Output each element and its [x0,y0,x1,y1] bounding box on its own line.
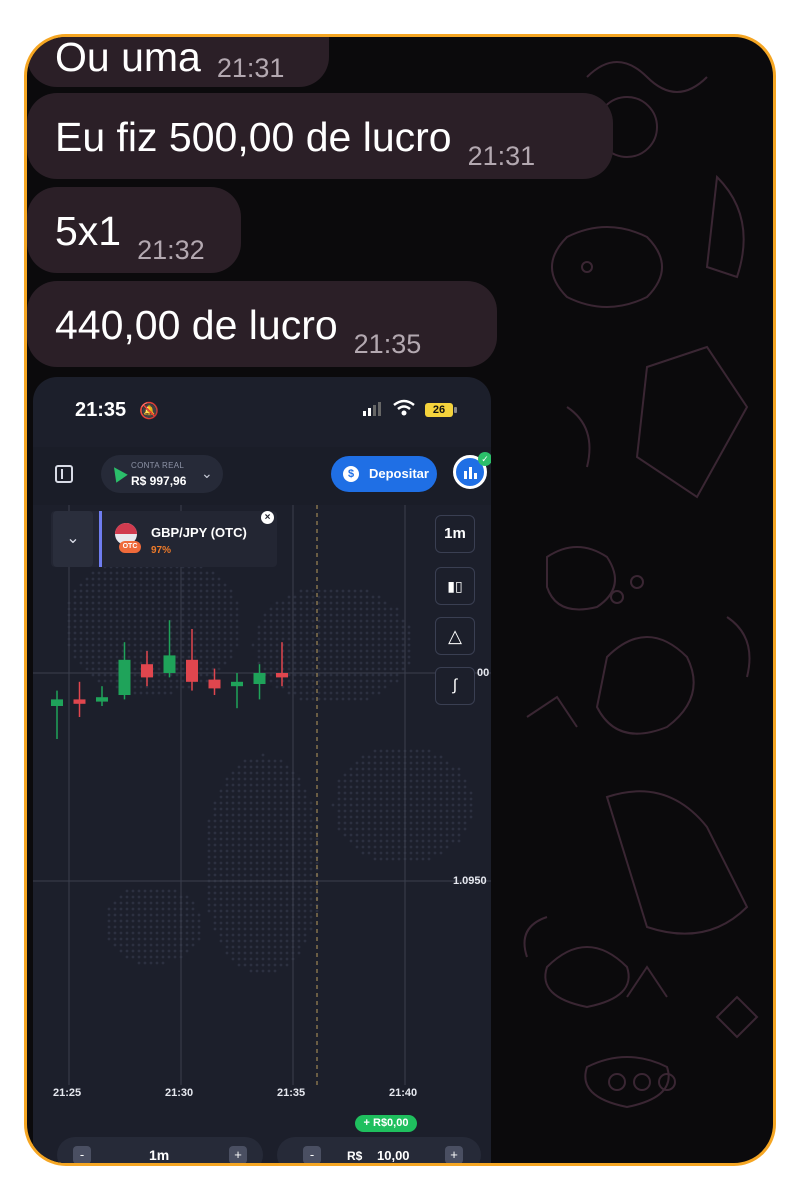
status-bar: 21:35 🔕 26 [33,377,491,439]
increase-duration-button[interactable]: + [229,1146,247,1163]
deposit-button[interactable]: $ Depositar [331,456,437,492]
candle-body [73,699,86,704]
chevron-down-icon[interactable]: ⌄ [53,511,93,567]
battery-indicator: 26 [425,403,453,417]
account-balance: R$ 997,96 [131,474,187,488]
bell-muted-icon: 🔕 [139,403,159,420]
increase-amount-button[interactable]: + [445,1146,463,1163]
indicators-icon[interactable]: ∫ [435,667,475,705]
candlestick-chart[interactable] [33,505,491,1125]
time-axis-label: 21:30 [165,1087,194,1099]
duration-stepper[interactable]: - 1m + [57,1137,263,1163]
decrease-amount-button[interactable]: - [303,1146,321,1163]
message-text: 440,00 de lucro [55,302,338,348]
asset-name: GBP/JPY (OTC) [151,525,247,540]
drawing-tools-icon[interactable]: △ [435,617,475,655]
otc-badge: OTC [119,541,141,553]
profile-avatar[interactable]: ✓ [453,452,491,489]
signal-icon [363,402,381,416]
candle-body [231,681,243,687]
asset-accent-stripe [99,511,102,567]
message-time: 21:31 [216,53,285,83]
candle-type-icon[interactable]: ▮▯ [435,567,475,605]
sidebar-toggle-icon[interactable] [55,465,73,483]
candle-body [51,699,63,706]
message-bubble[interactable]: Eu fiz 500,00 de lucro 21:31 [27,93,613,179]
wifi-icon [393,399,415,416]
message-bubble[interactable]: 440,00 de lucro 21:35 [27,281,497,367]
asset-selector[interactable]: ⌄ OTC GBP/JPY (OTC) 97% × [51,511,277,567]
close-icon[interactable]: × [261,511,274,524]
trade-controls: - 1m + - R$ 10,00 + + R$0,00 [33,1115,491,1163]
trading-app-screenshot[interactable]: 21:35 🔕 26 CONTA REAL R$ 997,96 ⌄ $ Depo… [33,377,491,1163]
asset-payout: 97% [151,545,172,556]
price-chart[interactable]: ⌄ OTC GBP/JPY (OTC) 97% × 1m ▮▯ △ ∫ 00 1… [33,505,491,1125]
candle-body [96,697,108,702]
message-bubble[interactable]: Ou uma 21:31 [27,34,329,87]
dollar-icon: $ [343,466,359,482]
amount-stepper[interactable]: - R$ 10,00 + [277,1137,481,1163]
candle-body [253,673,266,684]
deposit-label: Depositar [369,466,429,481]
candle-body [276,673,288,678]
time-axis-label: 21:35 [277,1087,306,1099]
profit-badge: + R$0,00 [355,1115,417,1132]
time-axis-label: 21:25 [53,1087,82,1099]
duration-value: 1m [149,1147,170,1163]
decrease-duration-button[interactable]: - [73,1146,91,1163]
price-label: 00 [477,667,490,679]
message-time: 21:31 [467,141,536,171]
bar-chart-icon [464,467,478,479]
candle-body [208,679,221,689]
time-axis-label: 21:40 [389,1087,418,1099]
price-label: 1.0950 [453,875,487,887]
candle-body [141,664,153,678]
status-clock: 21:35 [75,399,127,421]
message-time: 21:32 [137,235,205,265]
timeframe-button[interactable]: 1m [435,515,475,553]
battery-cap [454,407,457,413]
screenshot-frame: Ou uma 21:31 Eu fiz 500,00 de lucro 21:31 … [24,34,776,1166]
candle-body [118,659,131,695]
chevron-down-icon: ⌄ [201,465,213,481]
verified-check-icon: ✓ [478,452,491,466]
account-type-label: CONTA REAL [131,461,185,470]
message-text: Eu fiz 500,00 de lucro [55,114,452,160]
amount-value[interactable]: 10,00 [377,1148,410,1163]
candle-body [163,655,176,673]
message-time: 21:35 [353,329,422,359]
message-text: Ou uma [55,34,201,80]
candle-body [186,659,198,682]
arrow-up-icon [108,463,128,483]
account-selector[interactable]: CONTA REAL R$ 997,96 ⌄ [101,455,223,493]
app-header: CONTA REAL R$ 997,96 ⌄ $ Depositar ✓ [33,447,491,505]
message-text: 5x1 [55,208,122,254]
message-bubble[interactable]: 5x1 21:32 [27,187,241,273]
amount-currency: R$ [347,1149,363,1163]
